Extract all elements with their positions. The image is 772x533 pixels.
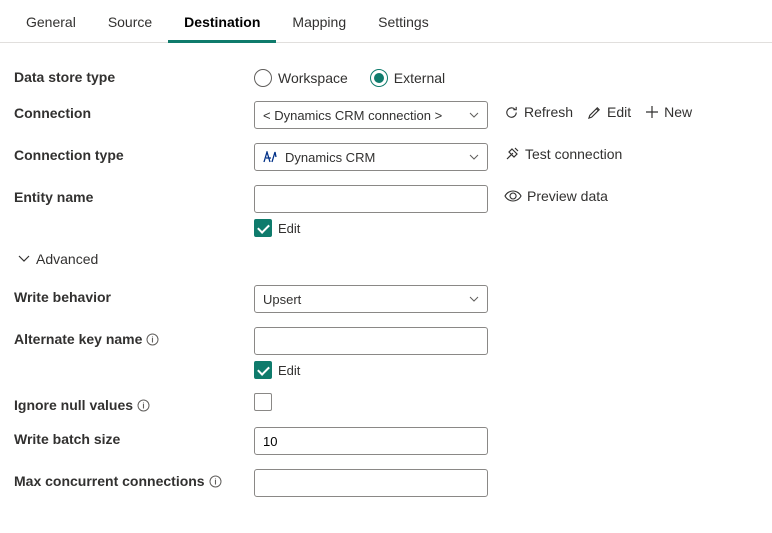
- tab-bar: General Source Destination Mapping Setti…: [0, 0, 772, 43]
- preview-data-label: Preview data: [527, 188, 608, 204]
- tab-general[interactable]: General: [10, 8, 92, 43]
- checkbox-entity-edit[interactable]: [254, 219, 272, 237]
- preview-data-button[interactable]: Preview data: [504, 188, 608, 204]
- radio-workspace-label: Workspace: [278, 70, 348, 86]
- tab-source[interactable]: Source: [92, 8, 168, 43]
- advanced-label: Advanced: [36, 251, 98, 267]
- svg-text:i: i: [214, 477, 216, 486]
- radio-external-label: External: [394, 70, 445, 86]
- radio-workspace[interactable]: Workspace: [254, 69, 348, 87]
- checkbox-altkey-edit-label: Edit: [278, 363, 300, 378]
- input-entity-name[interactable]: [254, 185, 488, 213]
- tab-mapping[interactable]: Mapping: [276, 8, 362, 43]
- checkbox-altkey-edit[interactable]: [254, 361, 272, 379]
- chevron-down-icon: [469, 154, 479, 160]
- label-write-behavior: Write behavior: [14, 285, 254, 305]
- info-icon[interactable]: i: [137, 399, 150, 412]
- tab-settings[interactable]: Settings: [362, 8, 445, 43]
- label-data-store-type: Data store type: [14, 65, 254, 85]
- edit-connection-label: Edit: [607, 104, 631, 120]
- svg-text:i: i: [142, 401, 144, 410]
- label-entity-name: Entity name: [14, 185, 254, 205]
- label-max-concurrent-connections: Max concurrent connections i: [14, 469, 254, 489]
- select-connection[interactable]: < Dynamics CRM connection >: [254, 101, 488, 129]
- tab-destination[interactable]: Destination: [168, 8, 276, 43]
- refresh-icon: [504, 105, 519, 120]
- new-connection-label: New: [664, 104, 692, 120]
- new-connection-button[interactable]: New: [645, 104, 692, 120]
- select-write-behavior-value: Upsert: [263, 292, 301, 307]
- select-connection-value: < Dynamics CRM connection >: [263, 108, 442, 123]
- plus-icon: [645, 105, 659, 119]
- radio-external[interactable]: External: [370, 69, 445, 87]
- chevron-down-icon: [469, 112, 479, 118]
- advanced-toggle[interactable]: Advanced: [18, 251, 758, 267]
- test-connection-button[interactable]: Test connection: [504, 146, 622, 162]
- label-write-batch-size: Write batch size: [14, 427, 254, 447]
- select-connection-type[interactable]: Dynamics CRM: [254, 143, 488, 171]
- input-alternate-key-name[interactable]: [254, 327, 488, 355]
- pencil-icon: [587, 105, 602, 120]
- label-connection-type: Connection type: [14, 143, 254, 163]
- checkbox-ignore-null[interactable]: [254, 393, 272, 411]
- select-write-behavior[interactable]: Upsert: [254, 285, 488, 313]
- edit-connection-button[interactable]: Edit: [587, 104, 631, 120]
- checkbox-entity-edit-label: Edit: [278, 221, 300, 236]
- refresh-label: Refresh: [524, 104, 573, 120]
- svg-text:i: i: [152, 335, 154, 344]
- dynamics-crm-icon: [263, 151, 277, 163]
- test-connection-icon: [504, 146, 520, 162]
- select-connection-type-value: Dynamics CRM: [285, 150, 375, 165]
- label-connection: Connection: [14, 101, 254, 121]
- test-connection-label: Test connection: [525, 146, 622, 162]
- preview-icon: [504, 190, 522, 202]
- info-icon[interactable]: i: [209, 475, 222, 488]
- input-max-concurrent-connections[interactable]: [254, 469, 488, 497]
- chevron-down-icon: [469, 296, 479, 302]
- info-icon[interactable]: i: [146, 333, 159, 346]
- chevron-down-icon: [18, 255, 30, 263]
- input-write-batch-size[interactable]: [254, 427, 488, 455]
- refresh-button[interactable]: Refresh: [504, 104, 573, 120]
- label-ignore-null-values: Ignore null values i: [14, 393, 254, 413]
- label-alternate-key-name: Alternate key name i: [14, 327, 254, 347]
